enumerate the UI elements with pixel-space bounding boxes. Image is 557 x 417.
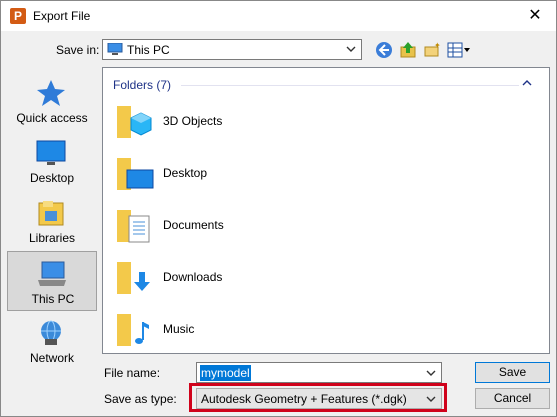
file-name-label: Desktop bbox=[163, 166, 208, 180]
app-icon: P bbox=[10, 8, 26, 24]
place-network[interactable]: Network bbox=[7, 311, 97, 371]
place-label: This PC bbox=[31, 292, 75, 306]
places-bar: Quick access Desktop Libraries This PC N… bbox=[7, 67, 97, 372]
file-name-label: 3D Objects bbox=[163, 114, 223, 128]
group-header[interactable]: Folders (7) bbox=[113, 78, 171, 92]
chevron-down-icon bbox=[346, 46, 356, 52]
save-in-combobox[interactable]: This PC bbox=[102, 39, 362, 60]
desktop-icon bbox=[36, 140, 66, 165]
file-list[interactable]: Folders (7) 3D Objects Desktop Documents… bbox=[102, 67, 550, 354]
cancel-button[interactable]: Cancel bbox=[475, 388, 550, 409]
libraries-icon bbox=[38, 201, 64, 226]
list-item[interactable]: 3D Objects bbox=[115, 98, 415, 150]
file-name-value: mymodel bbox=[200, 365, 251, 381]
computer-icon bbox=[38, 261, 66, 286]
music-folder-icon bbox=[117, 314, 149, 346]
title-bar: P Export File ✕ bbox=[1, 1, 556, 31]
network-icon bbox=[41, 320, 61, 345]
place-this-pc[interactable]: This PC bbox=[7, 251, 97, 311]
place-quick-access[interactable]: Quick access bbox=[7, 71, 97, 131]
svg-text:✦: ✦ bbox=[434, 41, 441, 50]
save-in-value: This PC bbox=[127, 43, 170, 57]
chevron-down-icon bbox=[426, 396, 436, 402]
list-item[interactable]: Music bbox=[115, 306, 415, 353]
chevron-up-icon[interactable] bbox=[521, 78, 533, 88]
file-name-field-label: File name: bbox=[104, 366, 161, 380]
star-icon bbox=[37, 80, 65, 106]
save-as-type-label: Save as type: bbox=[104, 392, 177, 406]
place-label: Quick access bbox=[16, 111, 88, 125]
new-folder-icon[interactable]: ✦ bbox=[423, 41, 441, 59]
place-label: Desktop bbox=[29, 171, 75, 185]
computer-icon bbox=[107, 43, 123, 55]
close-button[interactable]: ✕ bbox=[524, 5, 546, 27]
place-desktop[interactable]: Desktop bbox=[7, 131, 97, 191]
file-name-label: Music bbox=[163, 322, 195, 336]
save-as-type-select[interactable]: Autodesk Geometry + Features (*.dgk) bbox=[196, 388, 442, 409]
place-label: Network bbox=[29, 351, 74, 365]
save-in-label: Save in: bbox=[56, 43, 100, 57]
view-menu-icon[interactable] bbox=[447, 41, 471, 59]
file-name-label: Documents bbox=[163, 218, 224, 232]
window-title: Export File bbox=[33, 9, 91, 23]
file-name-input[interactable]: mymodel bbox=[196, 362, 442, 383]
group-divider bbox=[181, 85, 519, 86]
documents-folder-icon bbox=[117, 210, 150, 243]
downloads-folder-icon bbox=[117, 262, 150, 294]
back-icon[interactable] bbox=[375, 41, 393, 59]
place-libraries[interactable]: Libraries bbox=[7, 191, 97, 251]
chevron-down-icon[interactable] bbox=[425, 367, 437, 379]
desktop-folder-icon bbox=[117, 158, 154, 190]
save-as-type-value: Autodesk Geometry + Features (*.dgk) bbox=[201, 392, 407, 406]
list-item[interactable]: Downloads bbox=[115, 254, 415, 306]
export-file-dialog: P Export File ✕ Save in: This PC ✦ Quick… bbox=[0, 0, 557, 417]
place-label: Libraries bbox=[28, 231, 76, 245]
up-folder-icon[interactable] bbox=[399, 41, 417, 59]
save-button[interactable]: Save bbox=[475, 362, 550, 383]
file-name-label: Downloads bbox=[163, 270, 223, 284]
3d-objects-folder-icon bbox=[117, 106, 152, 138]
list-item[interactable]: Desktop bbox=[115, 150, 415, 202]
list-item[interactable]: Documents bbox=[115, 202, 415, 254]
